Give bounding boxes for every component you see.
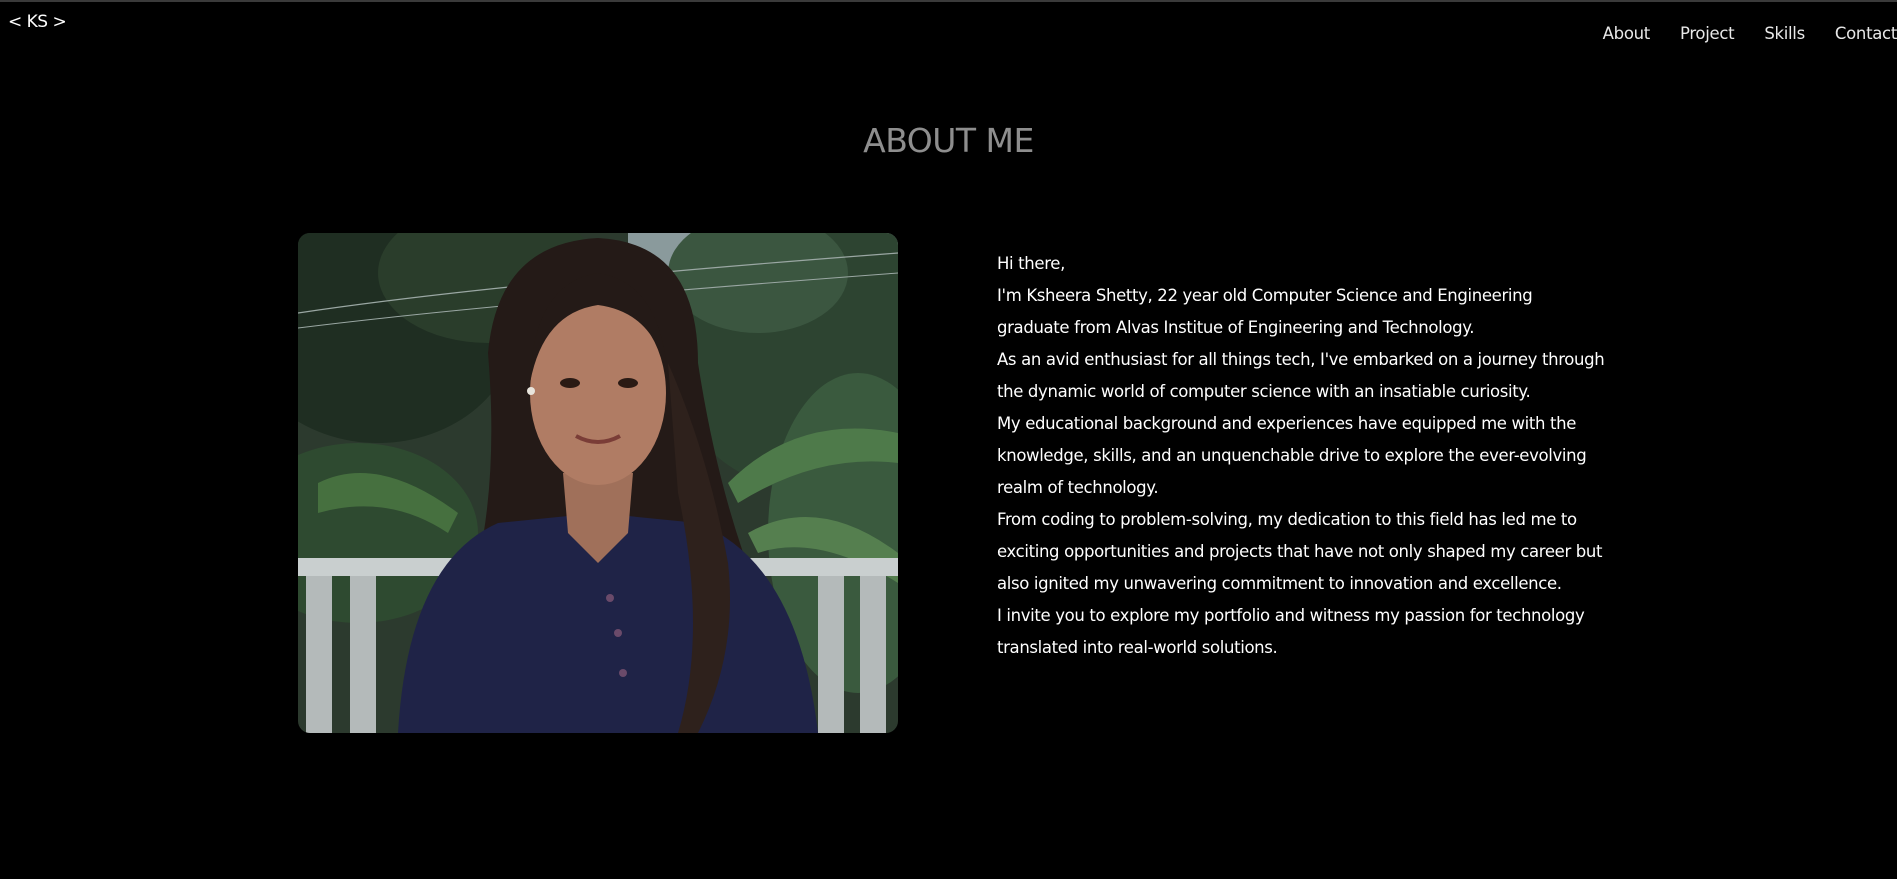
section-title: ABOUT ME	[863, 121, 1034, 160]
top-border	[0, 0, 1897, 2]
bio-paragraph: My educational background and experience…	[997, 414, 1587, 497]
nav-about-link[interactable]: About	[1603, 24, 1651, 43]
profile-photo	[298, 233, 898, 733]
bio-paragraph: As an avid enthusiast for all things tec…	[997, 350, 1605, 401]
site-logo[interactable]: < KS >	[8, 12, 67, 32]
bio-paragraph: I'm Ksheera Shetty, 22 year old Computer…	[997, 286, 1533, 337]
nav-contact-link[interactable]: Contact	[1835, 24, 1897, 43]
about-bio: Hi there, I'm Ksheera Shetty, 22 year ol…	[997, 248, 1607, 664]
main-nav: About Project Skills Contact	[1573, 22, 1897, 44]
bio-paragraph: I invite you to explore my portfolio and…	[997, 606, 1585, 657]
bio-greeting: Hi there,	[997, 254, 1065, 273]
nav-skills-link[interactable]: Skills	[1764, 24, 1805, 43]
nav-project-link[interactable]: Project	[1680, 24, 1735, 43]
bio-paragraph: From coding to problem-solving, my dedic…	[997, 510, 1603, 593]
